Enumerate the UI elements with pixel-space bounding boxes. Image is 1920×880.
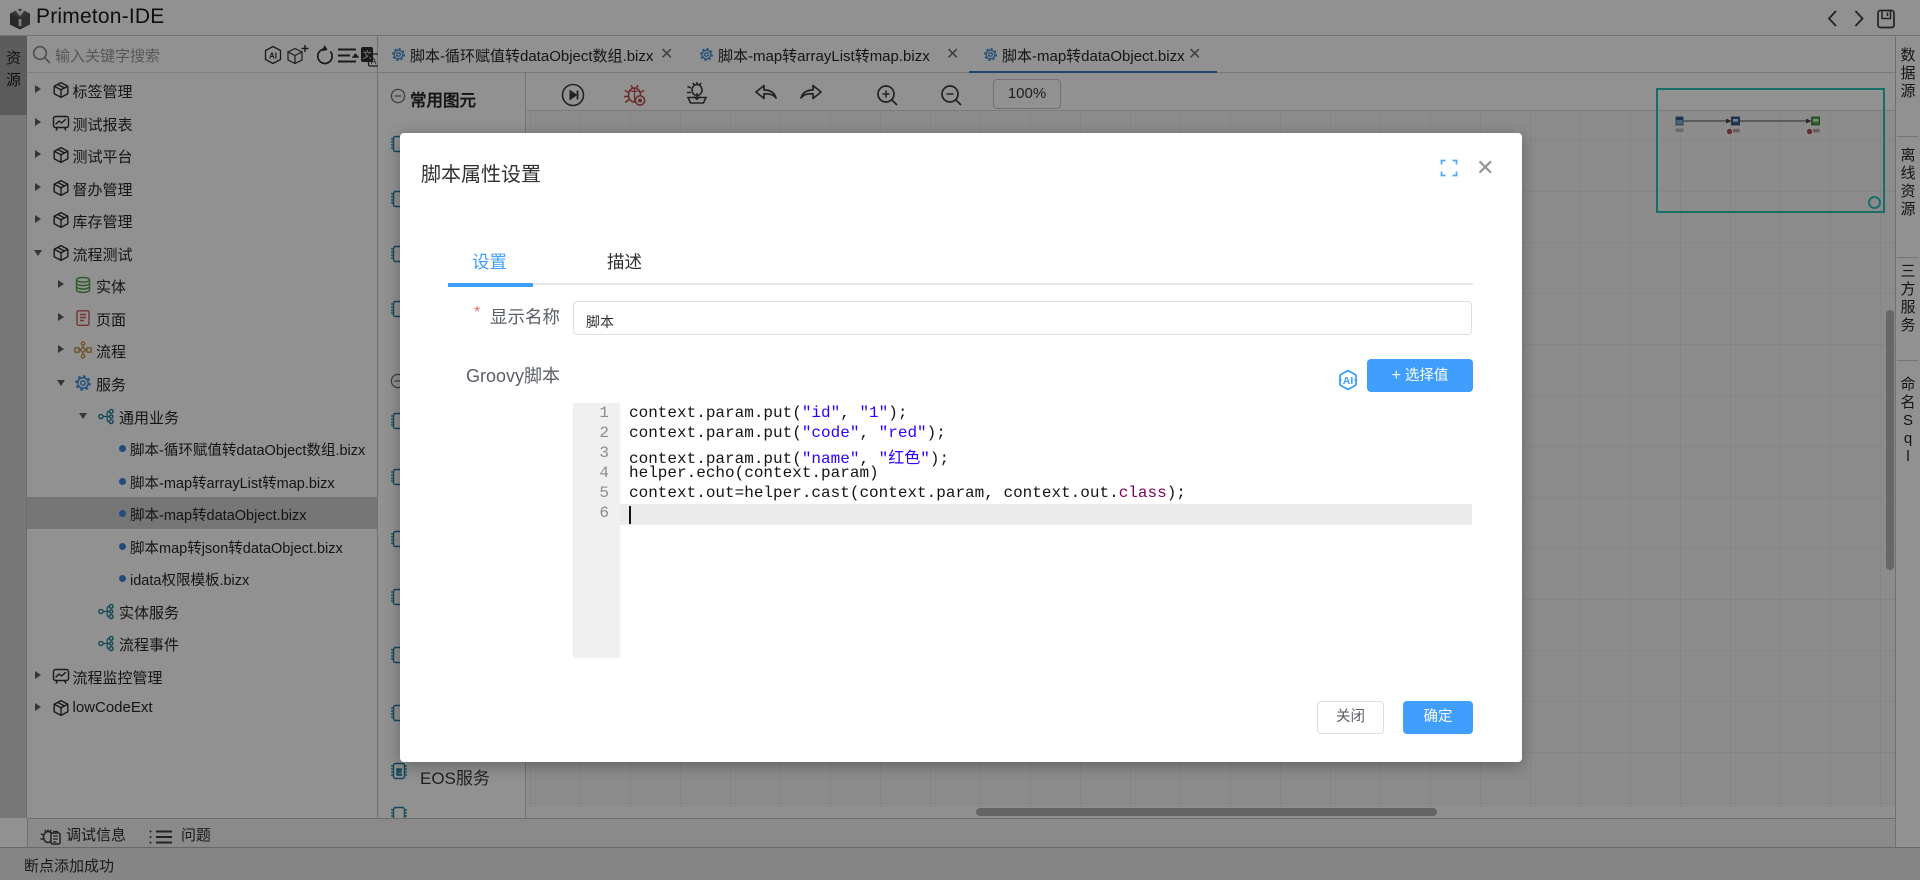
svg-text:AI: AI xyxy=(1343,375,1354,387)
